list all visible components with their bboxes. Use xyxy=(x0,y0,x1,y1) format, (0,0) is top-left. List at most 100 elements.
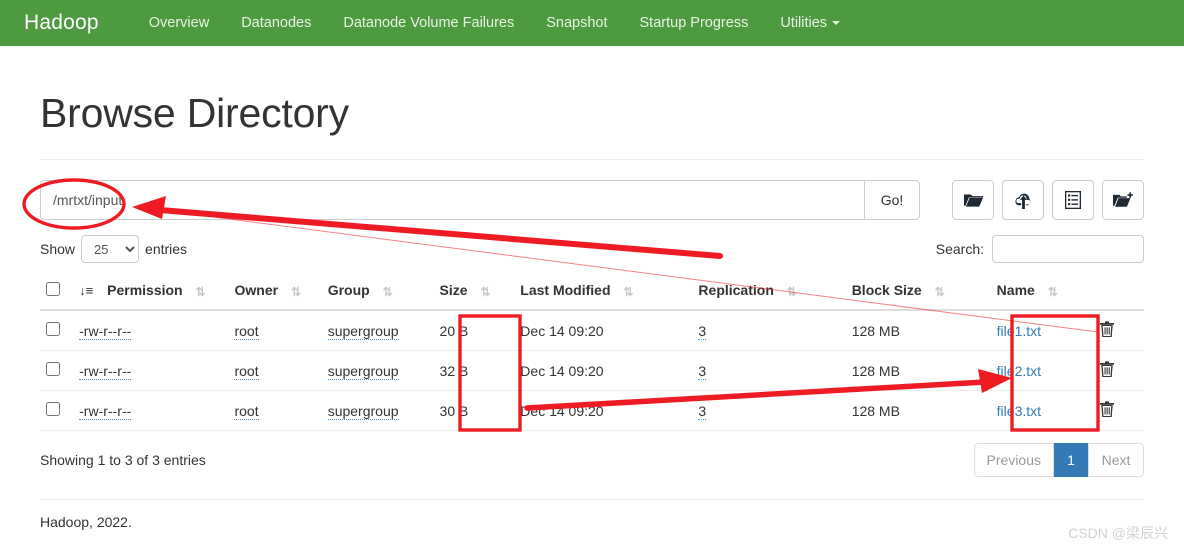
header-name-label: Name xyxy=(996,282,1035,299)
page-length-control: Show 25 entries xyxy=(40,235,187,263)
sort-icon: ⇅ xyxy=(382,284,393,299)
sort-icon: ⇅ xyxy=(290,284,301,299)
table-row: -rw-r--r-- root supergroup 32 B Dec 14 0… xyxy=(40,350,1144,391)
nav-item-utilities[interactable]: Utilities xyxy=(764,0,856,46)
delete-button[interactable] xyxy=(1100,361,1115,380)
main-container: Browse Directory Go! xyxy=(20,90,1164,530)
owner-value[interactable]: root xyxy=(234,322,259,340)
row-checkbox[interactable] xyxy=(46,322,60,336)
pagination-page-1[interactable]: 1 xyxy=(1054,443,1088,477)
nav-item-datanode-volume-failures[interactable]: Datanode Volume Failures xyxy=(327,0,530,46)
permission-value[interactable]: -rw-r--r-- xyxy=(79,402,132,420)
cell-permission: -rw-r--r-- xyxy=(73,350,229,391)
header-select-all[interactable] xyxy=(40,274,74,311)
replication-value[interactable]: 3 xyxy=(698,362,707,380)
path-input-group: Go! xyxy=(40,180,920,220)
file-link[interactable]: file1.txt xyxy=(997,323,1041,339)
table-row: -rw-r--r-- root supergroup 30 B Dec 14 0… xyxy=(40,390,1144,431)
header-group[interactable]: Group ⇅ xyxy=(321,274,434,311)
header-group-label: Group xyxy=(327,282,370,299)
row-select-cell[interactable] xyxy=(40,390,74,431)
folder-new-icon xyxy=(1113,191,1133,209)
path-input[interactable] xyxy=(40,180,864,220)
delete-button[interactable] xyxy=(1100,401,1115,420)
header-owner[interactable]: Owner ⇅ xyxy=(228,274,322,311)
header-block-size[interactable]: Block Size ⇅ xyxy=(845,274,991,311)
go-button[interactable]: Go! xyxy=(864,180,920,220)
row-checkbox[interactable] xyxy=(46,362,60,376)
header-permission[interactable]: ↓≡ Permission ⇅ xyxy=(73,274,229,311)
delete-button[interactable] xyxy=(1100,321,1115,340)
cell-block-size: 128 MB xyxy=(845,390,991,431)
cell-block-size: 128 MB xyxy=(845,350,991,391)
select-all-checkbox[interactable] xyxy=(46,282,60,296)
page-length-select[interactable]: 25 xyxy=(81,235,140,263)
nav-item-overview[interactable]: Overview xyxy=(133,0,225,46)
files-table-head: ↓≡ Permission ⇅ Owner ⇅ Group ⇅ Size ⇅ L… xyxy=(40,274,1144,311)
owner-value[interactable]: root xyxy=(234,362,259,380)
header-size[interactable]: Size ⇅ xyxy=(433,274,515,311)
replication-value[interactable]: 3 xyxy=(698,322,707,340)
file-link[interactable]: file2.txt xyxy=(997,363,1041,379)
header-last-modified[interactable]: Last Modified ⇅ xyxy=(514,274,693,311)
pagination-previous[interactable]: Previous xyxy=(973,443,1054,477)
clipboard-button[interactable] xyxy=(1052,180,1094,220)
trash-icon xyxy=(1100,361,1115,380)
table-header-row: ↓≡ Permission ⇅ Owner ⇅ Group ⇅ Size ⇅ L… xyxy=(40,274,1144,311)
folder-open-button[interactable] xyxy=(952,180,994,220)
file-link[interactable]: file3.txt xyxy=(997,403,1041,419)
search-input[interactable] xyxy=(992,235,1144,263)
navbar: Hadoop Overview Datanodes Datanode Volum… xyxy=(0,0,1184,46)
group-value[interactable]: supergroup xyxy=(327,322,399,340)
sort-icon: ⇅ xyxy=(623,284,633,299)
group-value[interactable]: supergroup xyxy=(327,402,399,420)
cloud-upload-icon xyxy=(1014,192,1033,209)
header-replication-label: Replication xyxy=(698,282,774,299)
sort-amount-icon: ↓≡ xyxy=(79,283,94,299)
nav-label-overview: Overview xyxy=(148,15,210,31)
permission-value[interactable]: -rw-r--r-- xyxy=(79,362,132,380)
header-name[interactable]: Name ⇅ xyxy=(990,274,1095,311)
sort-icon: ⇅ xyxy=(786,284,797,299)
header-size-label: Size xyxy=(439,282,468,299)
header-actions xyxy=(1094,274,1144,311)
sort-icon: ⇅ xyxy=(934,284,945,299)
header-owner-label: Owner xyxy=(234,282,279,299)
row-checkbox[interactable] xyxy=(46,402,60,416)
cell-size: 20 B xyxy=(433,310,515,351)
upload-button[interactable] xyxy=(1002,180,1044,220)
cell-name: file1.txt xyxy=(990,310,1095,351)
nav-item-startup-progress[interactable]: Startup Progress xyxy=(624,0,765,46)
sort-icon: ⇅ xyxy=(1047,284,1058,299)
search-control: Search: xyxy=(936,235,1144,263)
header-permission-label: Permission xyxy=(107,282,183,299)
nav-item-datanodes[interactable]: Datanodes xyxy=(225,0,327,46)
cell-replication: 3 xyxy=(692,310,846,351)
brand-logo[interactable]: Hadoop xyxy=(24,11,99,35)
nav-label-snapshot: Snapshot xyxy=(546,15,608,31)
permission-value[interactable]: -rw-r--r-- xyxy=(79,322,132,340)
new-directory-button[interactable] xyxy=(1102,180,1144,220)
trash-icon xyxy=(1100,321,1115,340)
cell-replication: 3 xyxy=(692,350,846,391)
replication-value[interactable]: 3 xyxy=(698,402,707,420)
owner-value[interactable]: root xyxy=(234,402,259,420)
search-label: Search: xyxy=(935,241,984,257)
header-replication[interactable]: Replication ⇅ xyxy=(692,274,846,311)
entries-info: Showing 1 to 3 of 3 entries xyxy=(40,452,206,468)
table-controls: Show 25 entries Search: xyxy=(40,234,1144,264)
pagination: Previous 1 Next xyxy=(973,443,1144,477)
nav-item-snapshot[interactable]: Snapshot xyxy=(530,0,623,46)
cell-group: supergroup xyxy=(321,310,434,351)
table-footer: Showing 1 to 3 of 3 entries Previous 1 N… xyxy=(40,443,1144,477)
row-select-cell[interactable] xyxy=(40,350,74,391)
cell-owner: root xyxy=(228,390,322,431)
cell-size: 32 B xyxy=(433,350,515,391)
pagination-next[interactable]: Next xyxy=(1088,443,1144,477)
clipboard-list-icon xyxy=(1065,191,1081,209)
header-last-modified-label: Last Modified xyxy=(520,282,611,299)
group-value[interactable]: supergroup xyxy=(327,362,399,380)
cell-last-modified: Dec 14 09:20 xyxy=(514,310,693,351)
row-select-cell[interactable] xyxy=(40,310,74,351)
sort-icon: ⇅ xyxy=(195,284,206,299)
